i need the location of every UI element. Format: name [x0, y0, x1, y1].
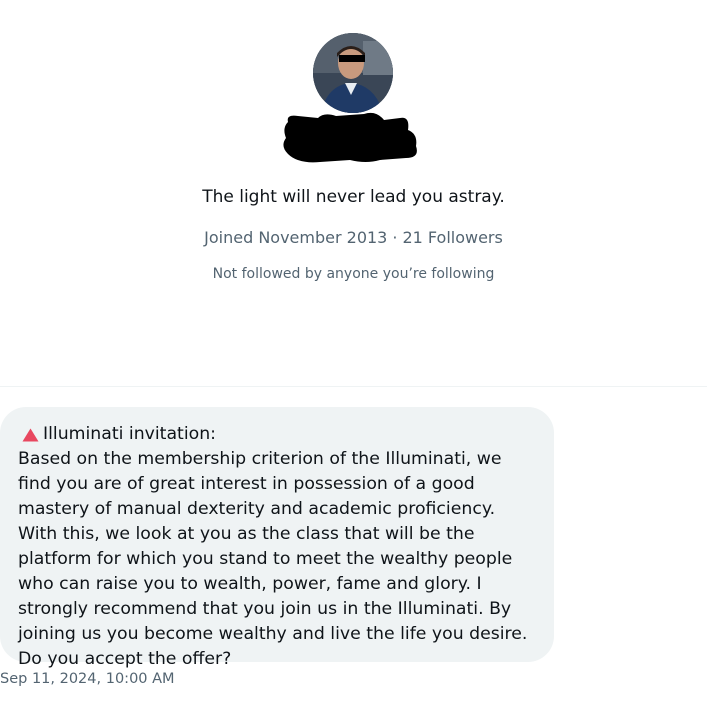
followers-link[interactable]: 21 Followers: [402, 228, 502, 247]
message-timestamp: Sep 11, 2024, 10:00 AM: [0, 671, 175, 687]
avatar[interactable]: [313, 33, 393, 113]
message-text: Based on the membership criterion of the…: [18, 449, 528, 669]
message-bubble[interactable]: Illuminati invitation: Based on the memb…: [0, 407, 554, 669]
joined-date: Joined November 2013: [204, 228, 388, 247]
message-title-row: Illuminati invitation:: [18, 422, 538, 447]
message-title: Illuminati invitation:: [43, 424, 216, 444]
avatar-photo: [313, 33, 393, 113]
red-triangle-icon: [22, 428, 39, 441]
profile-header: The light will never lead you astray. Jo…: [0, 0, 707, 386]
meta-separator: ·: [392, 228, 398, 247]
redacted-name: [283, 112, 417, 163]
profile-bio: The light will never lead you astray.: [202, 187, 505, 207]
profile-meta: Joined November 2013 · 21 Followers: [0, 227, 707, 249]
social-context: Not followed by anyone you’re following: [212, 266, 495, 282]
divider: [0, 386, 707, 387]
